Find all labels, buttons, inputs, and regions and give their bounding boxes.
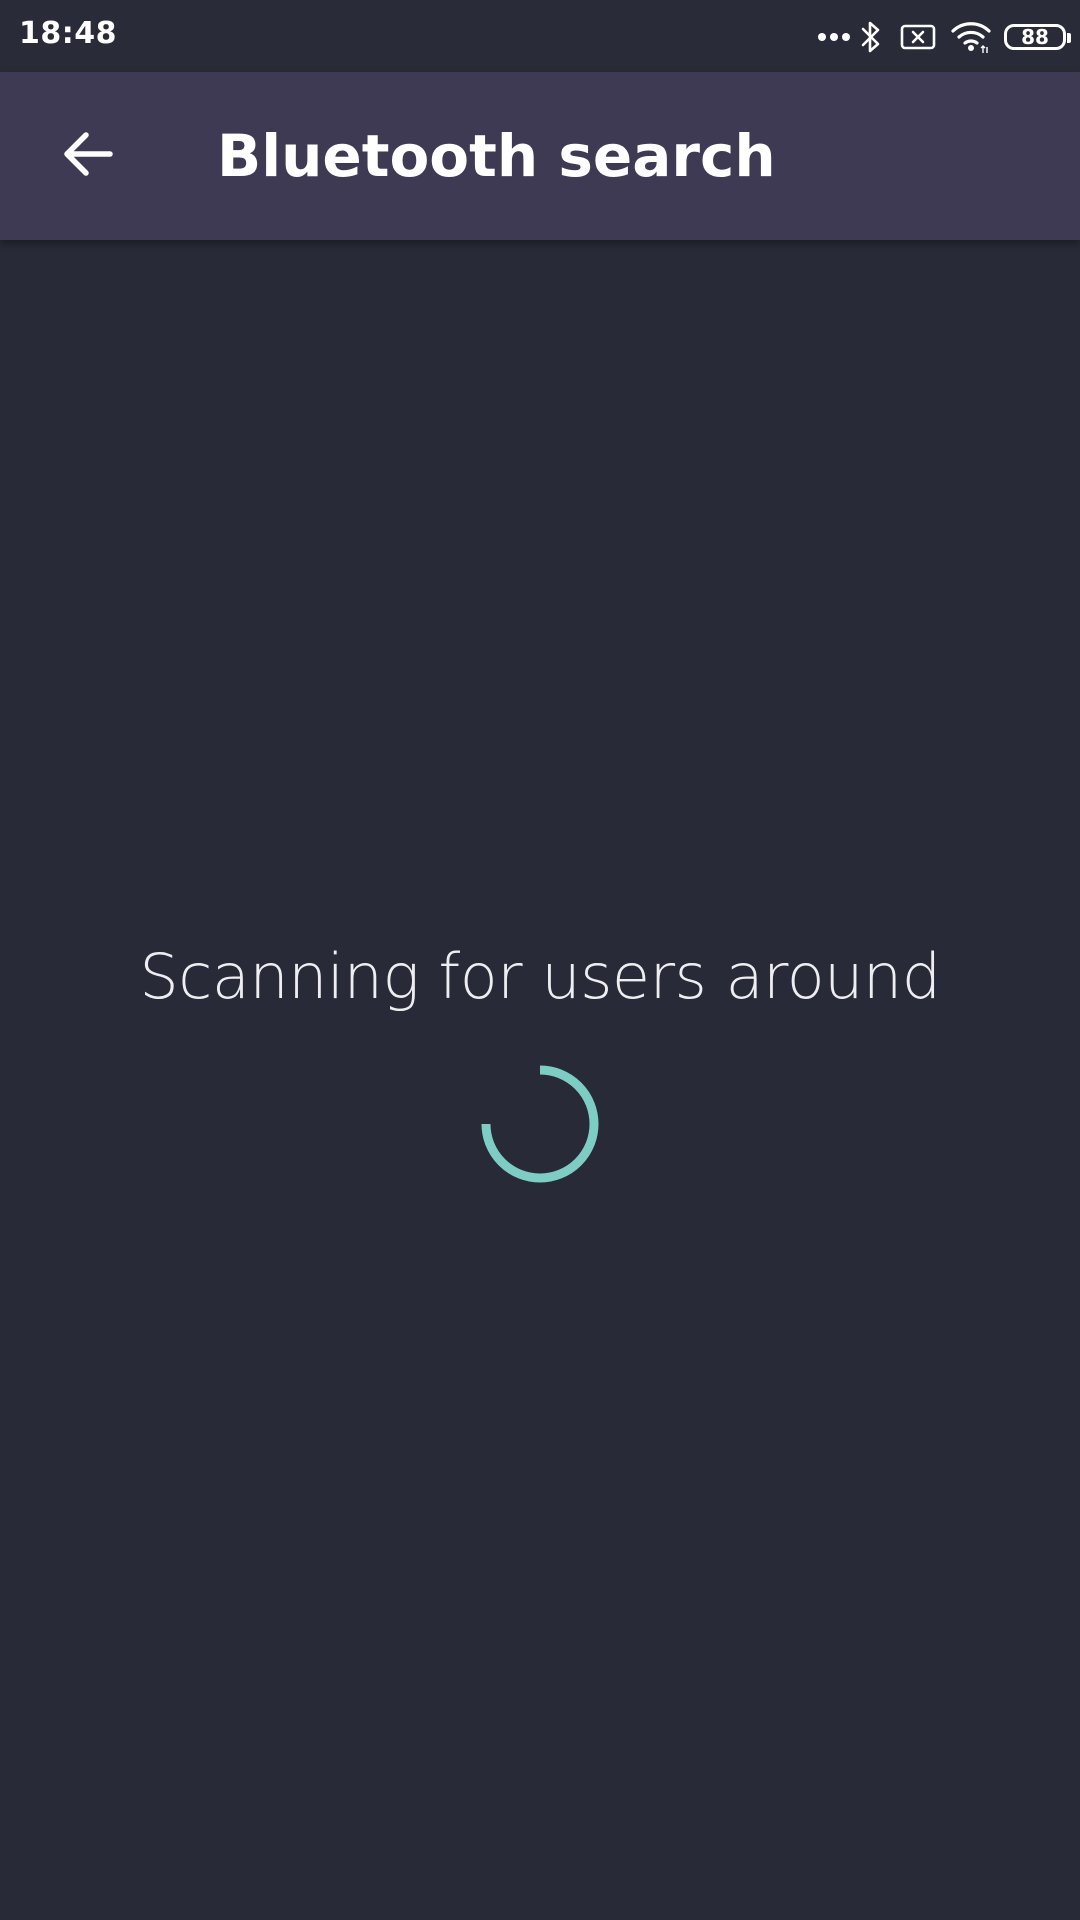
more-dots-icon <box>816 30 852 44</box>
app-bar: Bluetooth search <box>0 72 1080 240</box>
battery-level: 88 <box>1021 25 1049 49</box>
battery-tip <box>1067 33 1071 43</box>
status-time: 18:48 <box>19 16 117 51</box>
back-button[interactable] <box>40 108 136 204</box>
scan-message: Scanning for users around <box>139 940 941 1013</box>
no-sim-icon <box>900 24 936 50</box>
arrow-left-icon <box>62 128 114 184</box>
bluetooth-icon <box>858 19 884 55</box>
screen: 18:48 88 Bluetooth search Scanning for u… <box>0 0 1080 1920</box>
battery-icon: 88 <box>1004 24 1071 50</box>
page-title: Bluetooth search <box>217 122 776 190</box>
status-bar: 18:48 88 <box>0 0 1080 72</box>
loading-spinner <box>478 1062 602 1186</box>
wifi-icon <box>950 20 992 54</box>
status-icons: 88 <box>816 18 1071 56</box>
